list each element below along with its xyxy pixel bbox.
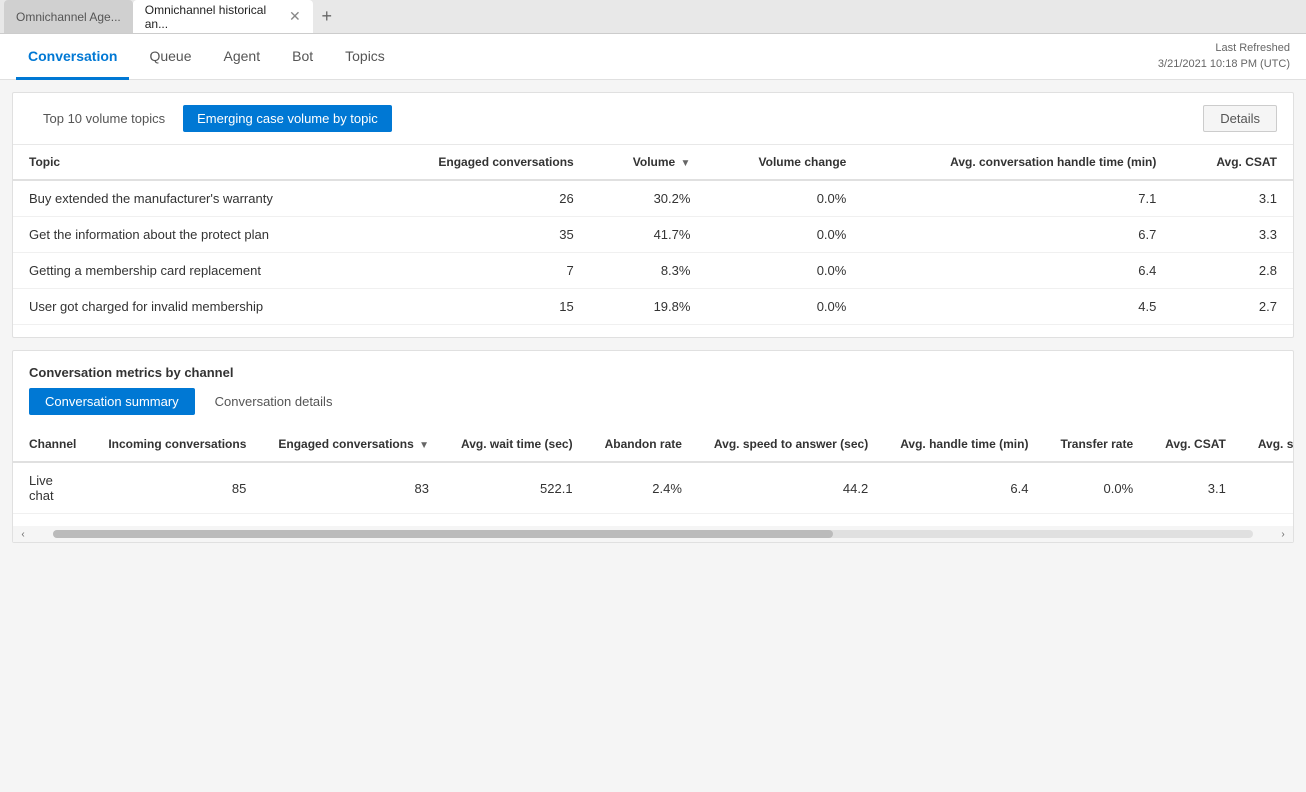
col-header-topic: Topic (13, 145, 372, 180)
cell-volume: 8.3% (590, 253, 707, 289)
cell-avghandle: 6.4 (862, 253, 1172, 289)
col-header-avghandle-ch: Avg. handle time (min) (884, 427, 1044, 462)
cell-avgcsat: 2.8 (1172, 253, 1293, 289)
cell-avgcsat: 3.1 (1149, 462, 1242, 514)
cell-avghandle: 6.4 (884, 462, 1044, 514)
close-icon[interactable]: ✕ (289, 8, 301, 25)
col-header-avgcsat-ch: Avg. CSAT (1149, 427, 1242, 462)
col-header-channel: Channel (13, 427, 92, 462)
topic-tab-group: Top 10 volume topics Emerging case volum… (29, 105, 392, 132)
conversation-metrics-panel: Conversation metrics by channel Conversa… (12, 350, 1294, 543)
cell-avgcsat: 2.7 (1172, 289, 1293, 325)
table-row: Buy extended the manufacturer's warranty… (13, 180, 1293, 217)
sub-tab-group: Conversation summary Conversation detail… (13, 388, 1293, 427)
cell-topic: User got charged for invalid membership (13, 289, 372, 325)
app-header: Conversation Queue Agent Bot Topics Last… (0, 34, 1306, 80)
section-title-metrics: Conversation metrics by channel (13, 351, 1293, 388)
cell-engaged: 83 (262, 462, 445, 514)
nav-tab-topics[interactable]: Topics (333, 35, 397, 80)
last-refreshed-value: 3/21/2021 10:18 PM (UTC) (1158, 57, 1290, 72)
col-header-avgspeed: Avg. speed to answer (sec) (698, 427, 884, 462)
details-button[interactable]: Details (1203, 105, 1277, 132)
topic-volume-panel: Top 10 volume topics Emerging case volum… (12, 92, 1294, 338)
cell-engaged: 35 (372, 217, 590, 253)
cell-engaged: 7 (372, 253, 590, 289)
cell-avgcsat: 3.1 (1172, 180, 1293, 217)
cell-volumechange: 0.0% (706, 289, 862, 325)
nav-tabs: Conversation Queue Agent Bot Topics (16, 34, 397, 79)
main-content: Top 10 volume topics Emerging case volum… (0, 80, 1306, 792)
tab-conversation-summary[interactable]: Conversation summary (29, 388, 195, 415)
browser-tab-2-label: Omnichannel historical an... (145, 3, 281, 31)
scroll-right-arrow[interactable]: › (1273, 529, 1293, 540)
browser-tab-2[interactable]: Omnichannel historical an... ✕ (133, 0, 313, 33)
table-row: Get the information about the protect pl… (13, 217, 1293, 253)
cell-engaged: 15 (372, 289, 590, 325)
col-header-avghandle: Avg. conversation handle time (min) (862, 145, 1172, 180)
cell-avgsurvey (1242, 462, 1293, 514)
tab-top10-volume[interactable]: Top 10 volume topics (29, 105, 179, 132)
cell-topic: Getting a membership card replacement (13, 253, 372, 289)
col-header-engaged: Engaged conversations (372, 145, 590, 180)
sort-icon-engaged: ▼ (419, 440, 429, 451)
nav-tab-conversation[interactable]: Conversation (16, 35, 129, 80)
topic-table: Topic Engaged conversations Volume ▼ Vol… (13, 145, 1293, 325)
scroll-left-arrow[interactable]: ‹ (13, 529, 33, 540)
col-header-avgwait: Avg. wait time (sec) (445, 427, 589, 462)
topic-table-container: Topic Engaged conversations Volume ▼ Vol… (13, 145, 1293, 337)
table-row: Getting a membership card replacement 7 … (13, 253, 1293, 289)
cell-transfer: 0.0% (1044, 462, 1149, 514)
metrics-table: Channel Incoming conversations Engaged c… (13, 427, 1293, 514)
col-header-abandon: Abandon rate (589, 427, 698, 462)
table-row: User got charged for invalid membership … (13, 289, 1293, 325)
col-header-incoming: Incoming conversations (92, 427, 262, 462)
nav-tab-queue[interactable]: Queue (137, 35, 203, 80)
cell-incoming: 85 (92, 462, 262, 514)
last-refreshed-label: Last Refreshed (1158, 41, 1290, 56)
nav-tab-bot[interactable]: Bot (280, 35, 325, 80)
cell-avgspeed: 44.2 (698, 462, 884, 514)
browser-tab-1[interactable]: Omnichannel Age... (4, 0, 133, 33)
cell-volume: 41.7% (590, 217, 707, 253)
nav-tab-agent[interactable]: Agent (212, 35, 273, 80)
cell-avghandle: 4.5 (862, 289, 1172, 325)
col-header-transfer: Transfer rate (1044, 427, 1149, 462)
cell-volume: 30.2% (590, 180, 707, 217)
col-header-engaged-ch[interactable]: Engaged conversations ▼ (262, 427, 445, 462)
cell-avgcsat: 3.3 (1172, 217, 1293, 253)
last-refreshed: Last Refreshed 3/21/2021 10:18 PM (UTC) (1158, 41, 1290, 72)
col-header-volumechange: Volume change (706, 145, 862, 180)
sort-icon-volume: ▼ (681, 158, 691, 169)
cell-channel: Live chat (13, 462, 92, 514)
browser-tab-bar: Omnichannel Age... Omnichannel historica… (0, 0, 1306, 34)
cell-engaged: 26 (372, 180, 590, 217)
cell-abandon: 2.4% (589, 462, 698, 514)
col-header-avgsurvey: Avg. survey se (1242, 427, 1293, 462)
browser-tab-1-label: Omnichannel Age... (16, 10, 121, 24)
col-header-volume[interactable]: Volume ▼ (590, 145, 707, 180)
topic-panel-header: Top 10 volume topics Emerging case volum… (13, 93, 1293, 145)
horizontal-scrollbar[interactable]: ‹ › (13, 526, 1293, 542)
tab-emerging-volume[interactable]: Emerging case volume by topic (183, 105, 392, 132)
new-tab-button[interactable]: + (313, 3, 341, 31)
scroll-track (53, 530, 1253, 538)
tab-conversation-details[interactable]: Conversation details (199, 388, 349, 415)
cell-avghandle: 6.7 (862, 217, 1172, 253)
table-row: Live chat 85 83 522.1 2.4% 44.2 6.4 0.0%… (13, 462, 1293, 514)
cell-volumechange: 0.0% (706, 180, 862, 217)
cell-avghandle: 7.1 (862, 180, 1172, 217)
cell-volumechange: 0.0% (706, 217, 862, 253)
metrics-table-container: Channel Incoming conversations Engaged c… (13, 427, 1293, 526)
cell-volume: 19.8% (590, 289, 707, 325)
cell-avgwait: 522.1 (445, 462, 589, 514)
cell-topic: Buy extended the manufacturer's warranty (13, 180, 372, 217)
scroll-thumb (53, 530, 833, 538)
cell-volumechange: 0.0% (706, 253, 862, 289)
col-header-avgcsat: Avg. CSAT (1172, 145, 1293, 180)
cell-topic: Get the information about the protect pl… (13, 217, 372, 253)
